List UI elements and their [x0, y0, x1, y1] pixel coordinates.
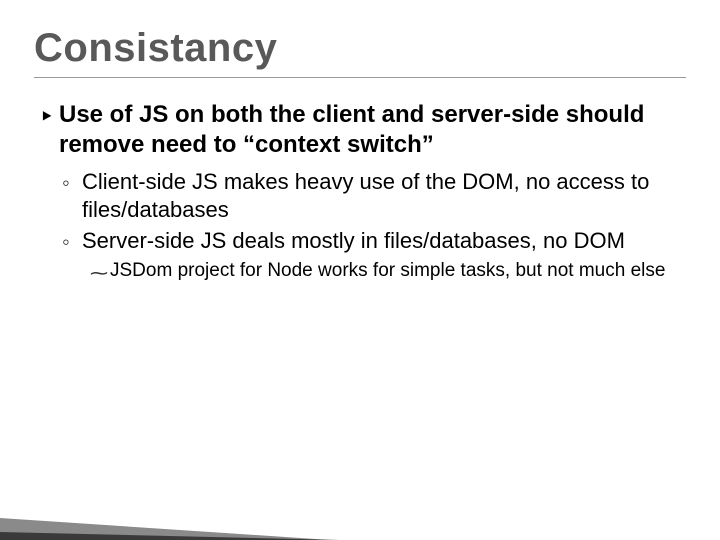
bullet-level-2: ◦ Server-side JS deals mostly in files/d…: [62, 227, 686, 255]
bullet-level-1: ‣ Use of JS on both the client and serve…: [40, 100, 686, 160]
slide-content: ‣ Use of JS on both the client and serve…: [34, 100, 686, 285]
bullet-marker-icon: ◦: [62, 227, 80, 255]
bullet-level-3: ⁓ JSDom project for Node works for simpl…: [90, 259, 686, 285]
bullet-text: Server-side JS deals mostly in files/dat…: [80, 227, 625, 255]
slide: Consistancy ‣ Use of JS on both the clie…: [0, 0, 720, 540]
bullet-text: JSDom project for Node works for simple …: [108, 259, 665, 285]
bullet-text: Client-side JS makes heavy use of the DO…: [80, 168, 686, 223]
bullet-marker-icon: ‣: [40, 100, 53, 160]
bullet-level-2: ◦ Client-side JS makes heavy use of the …: [62, 168, 686, 223]
slide-title: Consistancy: [34, 26, 686, 71]
title-divider: [34, 77, 686, 78]
bullet-text: Use of JS on both the client and server-…: [53, 100, 686, 160]
bullet-marker-icon: ◦: [62, 168, 80, 223]
corner-decoration-icon: [0, 470, 340, 540]
bullet-marker-icon: ⁓: [90, 259, 108, 285]
